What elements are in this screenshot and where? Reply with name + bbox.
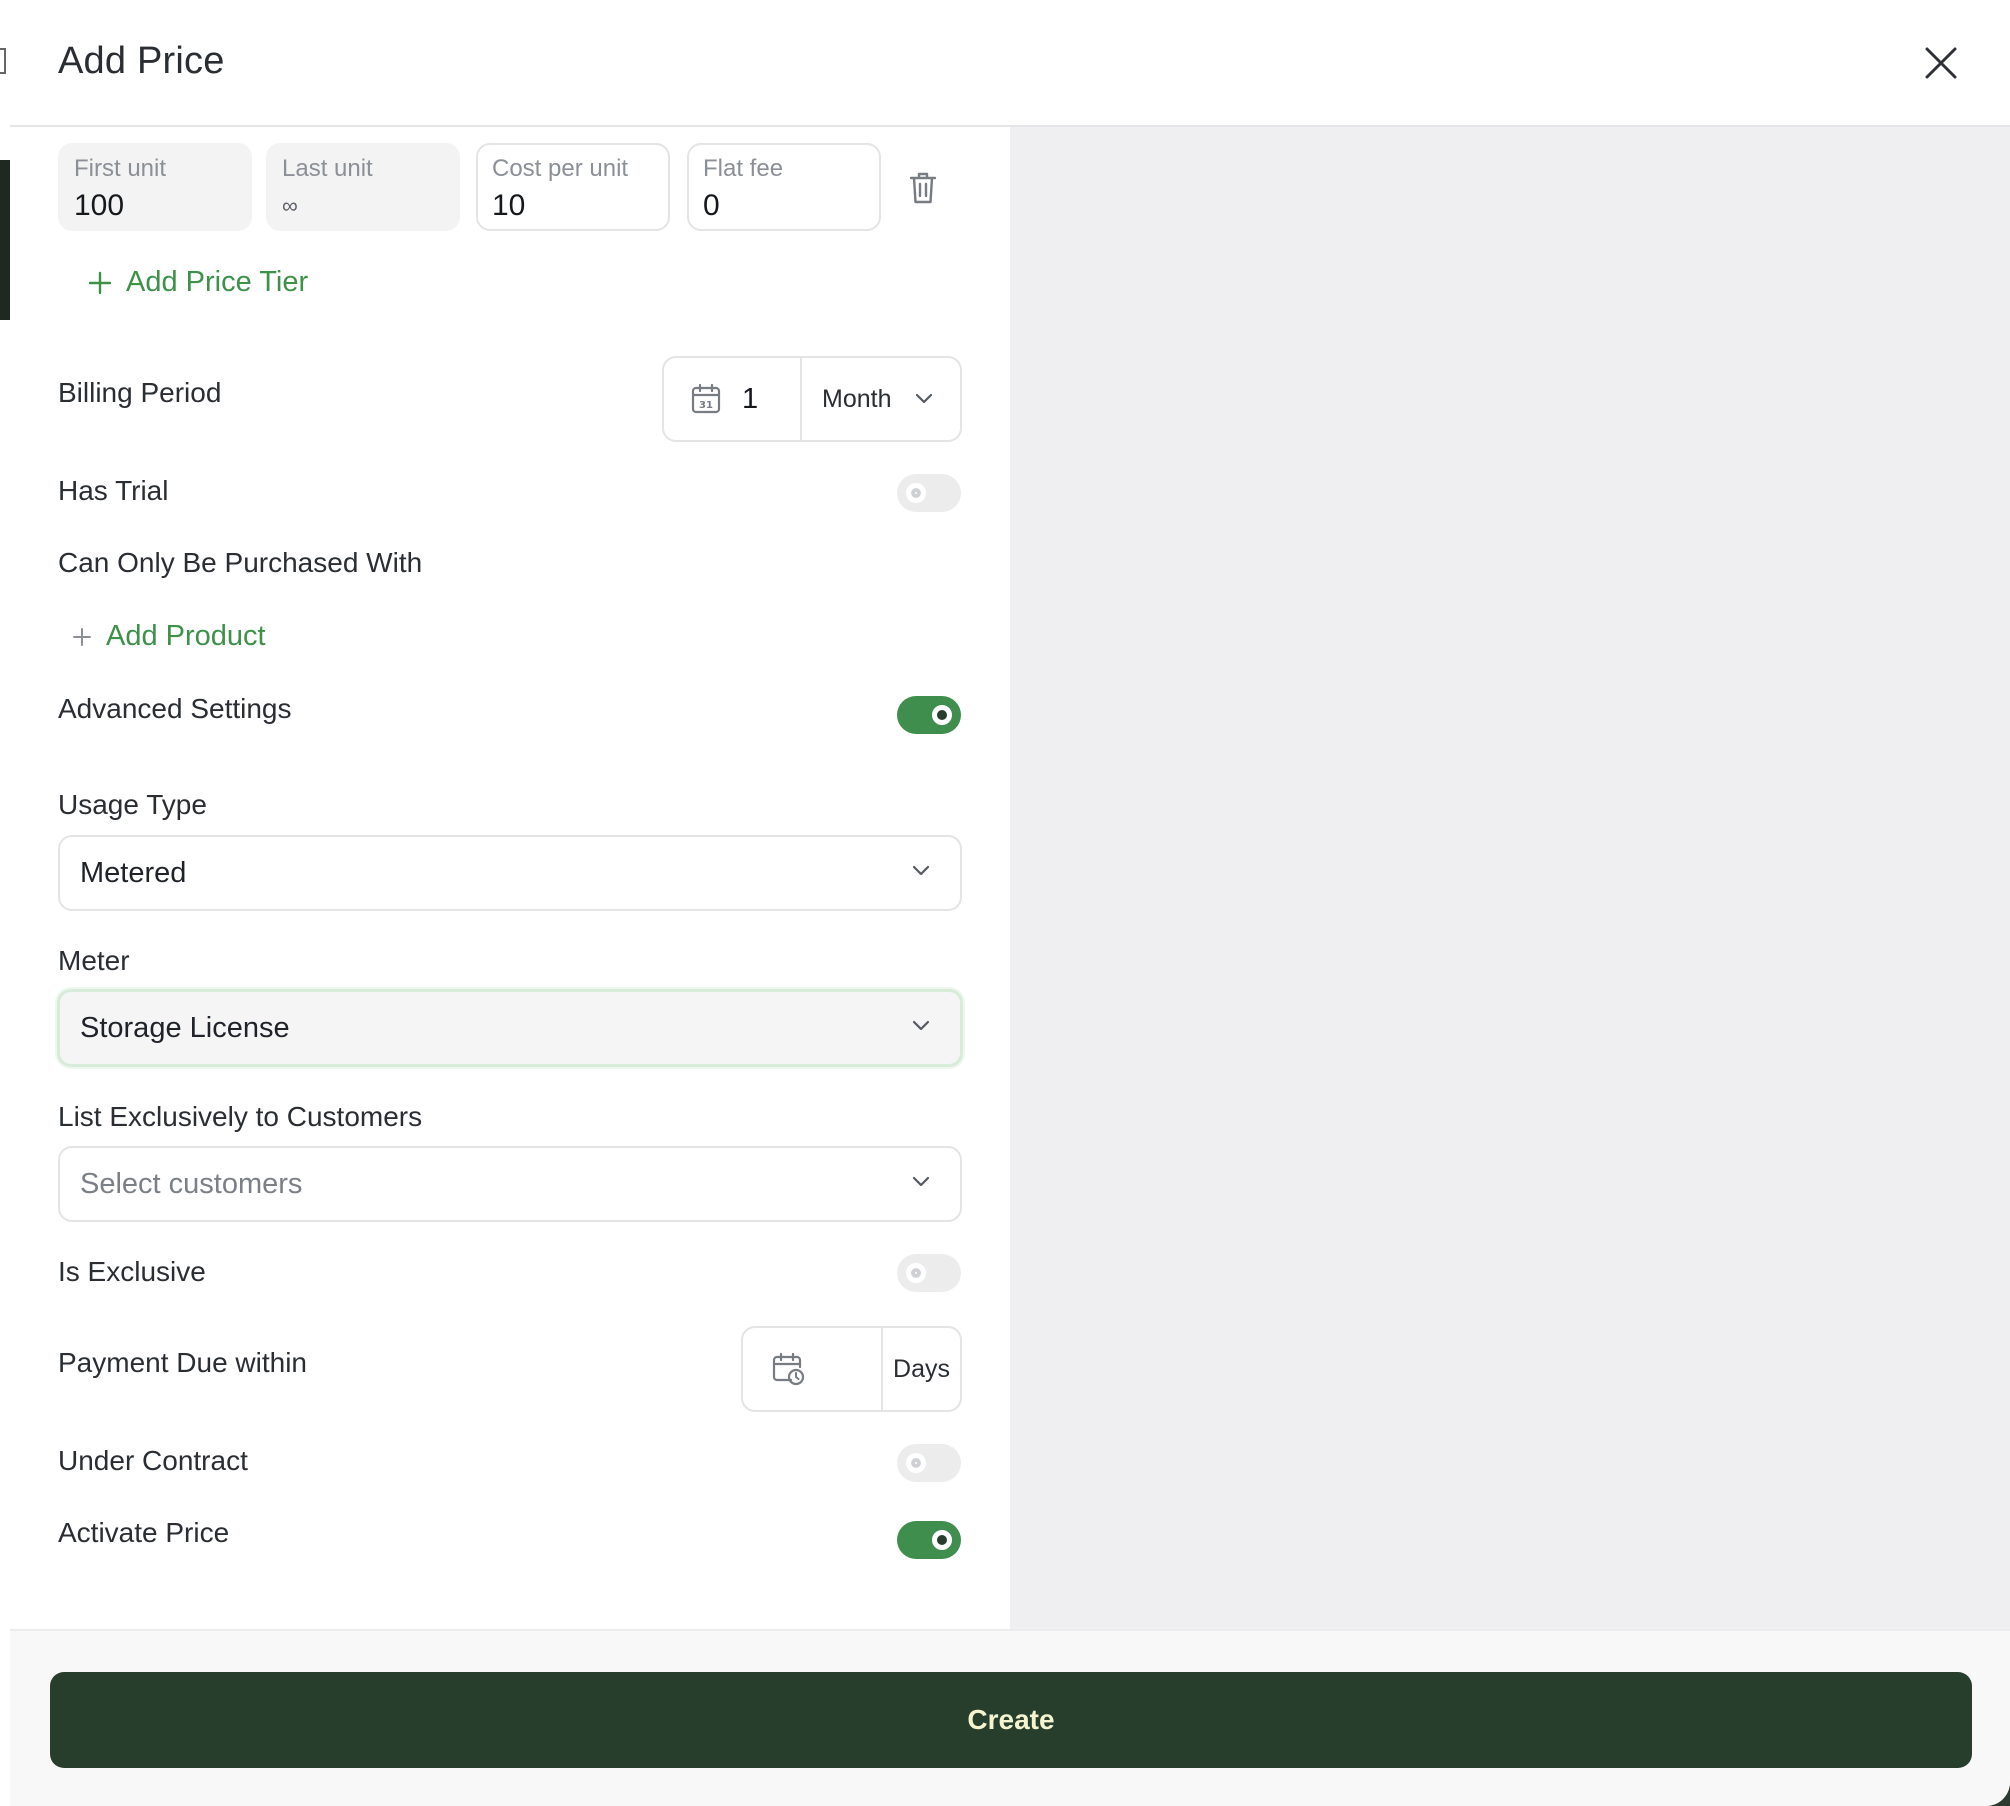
advanced-settings-toggle[interactable] [897,696,961,734]
close-button[interactable] [1914,36,1968,90]
cost-per-unit-field[interactable]: Cost per unit 10 [476,143,670,231]
billing-period-label: Billing Period [58,377,222,408]
flat-fee-label: Flat fee [703,155,784,182]
plus-icon [88,271,112,294]
toggle-knob [932,1530,952,1550]
trash-icon [909,172,937,204]
last-unit-label: Last unit [282,155,373,182]
billing-count-input[interactable]: 31 1 [664,358,800,440]
is-exclusive-label: Is Exclusive [58,1256,206,1287]
payment-due-unit: Days [883,1328,960,1410]
flat-fee-field[interactable]: Flat fee 0 [687,143,881,231]
chevron-down-icon [912,865,930,876]
page-title: Add Price [58,40,225,82]
payment-due-input[interactable] [743,1328,881,1410]
activate-price-label: Activate Price [58,1517,230,1548]
usage-type-select[interactable]: Metered [58,835,962,911]
drawer-footer: Create [10,1629,2010,1806]
calendar-icon: 31 [691,383,721,414]
last-unit-value: ∞ [282,193,298,218]
billing-count-value: 1 [742,382,759,415]
billing-unit-select[interactable]: Month [802,358,960,440]
meter-label: Meter [58,945,130,976]
cost-per-unit-label: Cost per unit [492,155,629,182]
background-fragment [0,48,6,74]
first-unit-value: 100 [74,189,125,222]
create-button[interactable]: Create [50,1672,1972,1768]
customers-select[interactable]: Select customers [58,1146,962,1222]
toggle-knob [906,1263,926,1283]
payment-due-unit-label: Days [893,1354,950,1383]
first-unit-label: First unit [74,155,167,182]
toggle-knob [932,705,952,725]
activate-price-toggle[interactable] [897,1521,961,1559]
add-price-tier-button[interactable]: Add Price Tier [88,266,308,299]
close-icon [1925,47,1957,79]
meter-value: Storage License [80,1011,290,1044]
chevron-down-icon [912,1020,930,1031]
add-product-label: Add Product [106,620,266,652]
billing-unit-value: Month [822,384,892,413]
drawer-header: Add Price [10,0,2010,127]
has-trial-label: Has Trial [58,475,169,506]
payment-due-control: Days [741,1326,962,1412]
price-form: First unit 100 Last unit ∞ Cost per unit… [10,127,1010,1629]
customers-label: List Exclusively to Customers [58,1101,423,1132]
preview-panel [1010,127,2010,1629]
last-unit-field[interactable]: Last unit ∞ [266,143,460,231]
meter-select[interactable]: Storage License [57,989,963,1067]
payment-due-label: Payment Due within [58,1347,308,1378]
under-contract-label: Under Contract [58,1445,248,1476]
advanced-settings-label: Advanced Settings [58,693,292,724]
add-price-tier-label: Add Price Tier [126,266,309,298]
delete-tier-button[interactable] [908,171,944,211]
usage-type-label: Usage Type [58,789,207,820]
chevron-down-icon [912,1176,930,1187]
is-exclusive-toggle[interactable] [897,1254,961,1292]
add-price-drawer: Add Price First unit 100 Last unit ∞ Cos… [10,0,2010,1806]
toggle-knob [906,483,926,503]
flat-fee-value: 0 [703,189,720,222]
purchased-with-label: Can Only Be Purchased With [58,547,423,578]
chevron-down-icon [916,393,933,404]
add-product-button[interactable]: Add Product [72,620,266,653]
plus-icon [73,627,91,646]
has-trial-toggle[interactable] [897,474,961,512]
under-contract-toggle[interactable] [897,1444,961,1482]
svg-text:31: 31 [699,400,713,411]
calendar-clock-icon [772,1352,805,1386]
toggle-knob [906,1453,926,1473]
first-unit-field[interactable]: First unit 100 [58,143,252,231]
customers-placeholder: Select customers [80,1167,303,1200]
usage-type-value: Metered [80,856,187,889]
billing-period-control: 31 1 Month [662,356,962,442]
cost-per-unit-value: 10 [492,189,526,222]
